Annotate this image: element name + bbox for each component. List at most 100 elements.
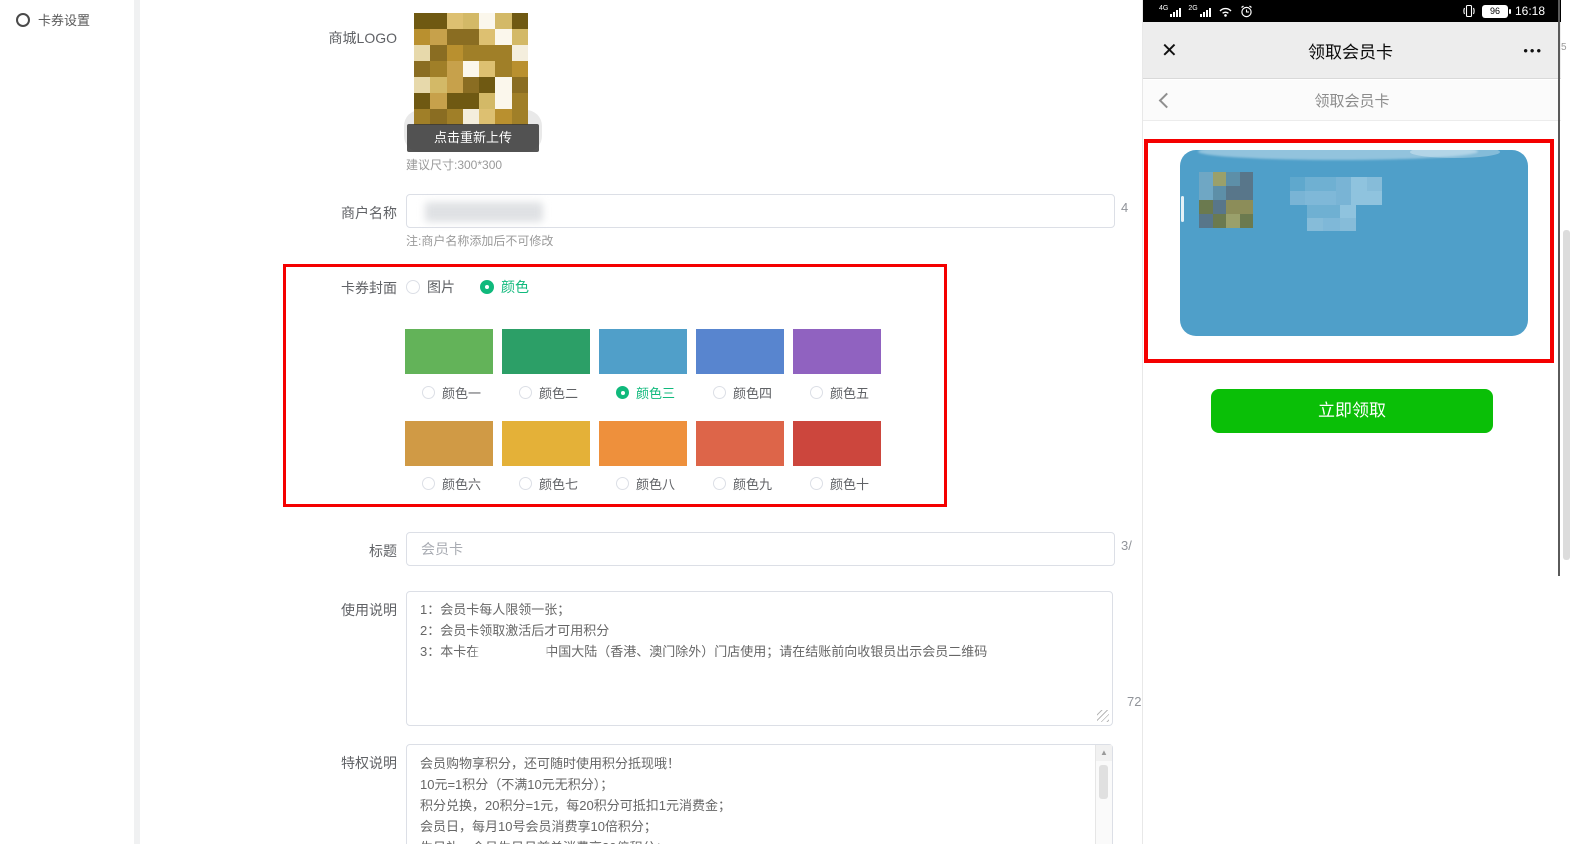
usage-field-label: 使用说明: [341, 600, 397, 620]
textarea-resize-handle-icon[interactable]: [1097, 710, 1109, 722]
color-swatch-2[interactable]: [502, 329, 590, 374]
usage-line-1: 1：会员卡每人限领一张；: [420, 599, 987, 620]
privilege-field-label: 特权说明: [341, 753, 397, 773]
color-radio-4[interactable]: 颜色四: [713, 383, 772, 402]
logo-size-hint: 建议尺寸:300*300: [406, 156, 502, 173]
radio-icon: [519, 477, 532, 490]
color-label: 颜色七: [539, 474, 578, 493]
phone-screenshot-edge: [1558, 0, 1560, 576]
cover-field-label: 卡券封面: [341, 278, 397, 298]
color-label: 颜色四: [733, 383, 772, 402]
redacted-merchant-value: [425, 202, 543, 222]
color-radio-10[interactable]: 颜色十: [810, 474, 869, 493]
radio-icon: [713, 386, 726, 399]
sidebar-item-card-settings[interactable]: 卡券设置: [16, 10, 90, 29]
color-label: 颜色九: [733, 474, 772, 493]
color-radio-5[interactable]: 颜色五: [810, 383, 869, 402]
signal-4g-icon: 4G: [1159, 5, 1181, 17]
color-swatch-4[interactable]: [696, 329, 784, 374]
color-radio-8[interactable]: 颜色八: [616, 474, 675, 493]
color-radio-7[interactable]: 颜色七: [519, 474, 578, 493]
battery-icon: 96: [1482, 5, 1508, 18]
usage-textarea[interactable]: 1：会员卡每人限领一张； 2：会员卡领取激活后才可用积分 3：本卡在中国大陆（香…: [406, 591, 1113, 726]
privilege-line-3: 积分兑换，20积分=1元，每20积分可抵扣1元消费金；: [420, 795, 731, 816]
usage-counter: 72: [1127, 694, 1141, 709]
color-radio-1[interactable]: 颜色一: [422, 383, 481, 402]
usage-line-2: 2：会员卡领取激活后才可用积分: [420, 620, 987, 641]
color-radio-2[interactable]: 颜色二: [519, 383, 578, 402]
cover-option-color[interactable]: 颜色: [480, 277, 529, 297]
redacted-brand-name: [481, 645, 543, 661]
close-icon[interactable]: ✕: [1161, 38, 1178, 63]
phone-subheader: 领取会员卡: [1143, 80, 1561, 121]
phone-status-bar: 4G 2G: [1143, 0, 1561, 22]
logo-field-label: 商城LOGO: [329, 28, 397, 48]
merchant-note: 注:商户名称添加后不可修改: [406, 232, 553, 249]
signal-2g-icon: 2G: [1188, 5, 1210, 17]
privilege-textarea[interactable]: 会员购物享积分，还可随时使用积分抵现哦！ 10元=1积分（不满10元无积分）； …: [406, 744, 1113, 844]
color-radio-9[interactable]: 颜色九: [713, 474, 772, 493]
color-radio-6[interactable]: 颜色六: [422, 474, 481, 493]
scrollbar-thumb[interactable]: [1099, 765, 1108, 799]
merchant-field-label: 商户名称: [341, 203, 397, 223]
membership-card-preview: [1180, 150, 1528, 336]
privilege-line-2: 10元=1积分（不满10元无积分）；: [420, 774, 731, 795]
title-counter: 3/: [1121, 538, 1132, 553]
color-label: 颜色三: [636, 383, 675, 402]
title-input[interactable]: 会员卡: [406, 532, 1115, 566]
reupload-button[interactable]: 点击重新上传: [407, 124, 539, 152]
color-swatch-1[interactable]: [405, 329, 493, 374]
color-swatch-8[interactable]: [599, 421, 687, 466]
phone-subheader-title: 领取会员卡: [1172, 90, 1532, 111]
radio-icon: [810, 386, 823, 399]
sidebar: 卡券设置: [0, 0, 134, 844]
cover-option-image-label: 图片: [427, 277, 455, 297]
color-label: 颜色五: [830, 383, 869, 402]
card-blurred-text: [1290, 177, 1382, 205]
merchant-name-input[interactable]: [406, 194, 1115, 228]
color-label: 颜色一: [442, 383, 481, 402]
page-scrollbar-thumb[interactable]: [1563, 230, 1570, 560]
scroll-up-arrow-icon[interactable]: ▲: [1096, 745, 1112, 761]
vibrate-icon: [1463, 4, 1475, 18]
color-label: 颜色八: [636, 474, 675, 493]
privilege-line-5: 生日礼，会员生日月首单消费享20倍积分；: [420, 837, 731, 844]
sidebar-item-label: 卡券设置: [38, 10, 90, 29]
card-blurred-text: [1290, 205, 1356, 231]
more-menu-icon[interactable]: •••: [1523, 43, 1543, 58]
color-swatch-10[interactable]: [793, 421, 881, 466]
textarea-scrollbar[interactable]: ▲: [1095, 745, 1112, 844]
radio-icon: [422, 477, 435, 490]
color-swatch-9[interactable]: [696, 421, 784, 466]
color-swatch-3[interactable]: [599, 329, 687, 374]
mall-logo-image[interactable]: [414, 13, 528, 125]
color-swatch-5[interactable]: [793, 329, 881, 374]
title-field-label: 标题: [369, 541, 397, 561]
privilege-line-4: 会员日，每月10号会员消费享10倍积分；: [420, 816, 731, 837]
page-root: 卡券设置 商城LOGO 点击重新上传 建议尺寸:300*300 商户名称 4 注…: [0, 0, 1572, 844]
radio-selected-icon: [480, 280, 494, 294]
card-blurred-logo: [1199, 172, 1253, 228]
radio-circle-icon: [16, 13, 30, 27]
alarm-clock-icon: [1240, 5, 1253, 18]
color-radio-3-selected[interactable]: 颜色三: [616, 383, 675, 402]
radio-selected-icon: [616, 386, 629, 399]
card-edge-highlight: [1181, 196, 1184, 222]
color-swatch-7[interactable]: [502, 421, 590, 466]
claim-now-button[interactable]: 立即领取: [1211, 389, 1493, 433]
merchant-counter: 4: [1121, 200, 1128, 215]
clipped-edge-text: 5: [1561, 42, 1567, 53]
color-swatch-6[interactable]: [405, 421, 493, 466]
privilege-line-1: 会员购物享积分，还可随时使用积分抵现哦！: [420, 753, 731, 774]
cover-option-color-label: 颜色: [501, 277, 529, 297]
color-label: 颜色二: [539, 383, 578, 402]
clock-time: 16:18: [1515, 4, 1545, 18]
radio-icon: [616, 477, 629, 490]
color-label: 颜色六: [442, 474, 481, 493]
phone-header-title: 领取会员卡: [1178, 38, 1524, 63]
cover-option-image[interactable]: 图片: [406, 277, 455, 297]
usage-line-3: 3：本卡在中国大陆（香港、澳门除外）门店使用；请在结账前向收银员出示会员二维码: [420, 641, 987, 662]
radio-icon: [406, 280, 420, 294]
color-label: 颜色十: [830, 474, 869, 493]
radio-icon: [713, 477, 726, 490]
